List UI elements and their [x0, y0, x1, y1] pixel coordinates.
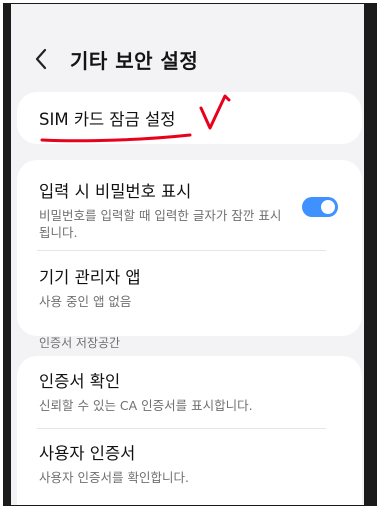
header: 기타 보안 설정 [34, 42, 198, 76]
item-title: 입력 시 비밀번호 표시 [39, 182, 192, 201]
toggle-knob [321, 200, 335, 214]
item-title: 인증서 확인 [39, 372, 121, 391]
phone-screen: 기타 보안 설정 SIM 카드 잠금 설정 입력 시 비밀번호 표시 비밀번호를… [3, 3, 377, 506]
item-title: SIM 카드 잠금 설정 [39, 110, 176, 129]
item-subtitle: 비밀번호를 입력할 때 입력한 글자가 잠깐 표시됩니다. [39, 208, 282, 240]
sim-lock-item[interactable]: SIM 카드 잠금 설정 [39, 106, 175, 130]
divider [37, 250, 326, 251]
device-bezel-right [364, 4, 376, 505]
settings-card-certificates: 인증서 확인 신뢰할 수 있는 CA 인증서를 표시합니다. 사용자 인증서 사… [17, 356, 362, 505]
item-subtitle: 사용자 인증서를 확인합니다. [39, 470, 189, 485]
divider [37, 428, 326, 429]
item-subtitle: 사용 중인 앱 없음 [39, 294, 132, 309]
back-arrow-icon [35, 48, 47, 70]
show-password-toggle[interactable] [302, 197, 338, 217]
device-bezel-left [4, 4, 11, 505]
item-title: 기기 관리자 앱 [39, 268, 141, 287]
show-password-item[interactable]: 입력 시 비밀번호 표시 비밀번호를 입력할 때 입력한 글자가 잠깐 표시됩니… [39, 178, 289, 241]
back-button[interactable] [34, 44, 56, 74]
item-title: 사용자 인증서 [39, 444, 136, 463]
device-admin-apps-item[interactable]: 기기 관리자 앱 사용 중인 앱 없음 [39, 264, 141, 310]
settings-card-sim: SIM 카드 잠금 설정 [17, 92, 362, 144]
settings-card-security: 입력 시 비밀번호 표시 비밀번호를 입력할 때 입력한 글자가 잠깐 표시됩니… [17, 160, 362, 336]
section-header-cert-storage: 인증서 저장공간 [39, 336, 121, 350]
view-certificates-item[interactable]: 인증서 확인 신뢰할 수 있는 CA 인증서를 표시합니다. [39, 368, 253, 414]
user-certificates-item[interactable]: 사용자 인증서 사용자 인증서를 확인합니다. [39, 440, 189, 486]
item-subtitle: 신뢰할 수 있는 CA 인증서를 표시합니다. [39, 398, 253, 413]
page-title: 기타 보안 설정 [70, 48, 199, 73]
